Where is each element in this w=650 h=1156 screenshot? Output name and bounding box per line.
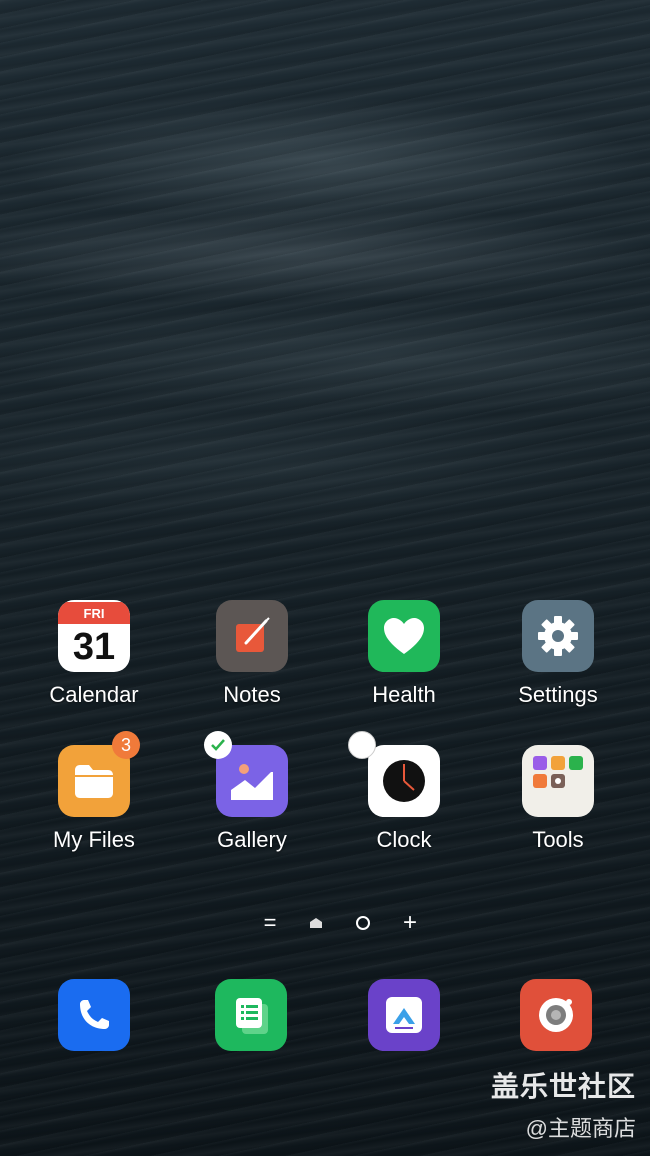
app-label: Notes <box>223 682 281 707</box>
app-label: Gallery <box>217 827 287 852</box>
calendar-icon: FRI 31 <box>58 600 130 672</box>
page-dot-icon[interactable] <box>353 910 373 936</box>
gallery-icon <box>204 731 288 817</box>
app-tools[interactable]: Tools <box>488 745 628 853</box>
notes-icon <box>216 600 288 672</box>
camera-icon[interactable] <box>520 979 592 1051</box>
heart-icon <box>368 600 440 672</box>
app-calendar[interactable]: FRI 31 Calendar <box>24 600 164 708</box>
app-row-1: FRI 31 Calendar Notes Health Settings <box>0 600 650 745</box>
menu-indicator[interactable]: = <box>260 910 280 936</box>
app-label: My Files <box>53 827 135 852</box>
messages-icon[interactable] <box>215 979 287 1051</box>
notification-badge: 3 <box>112 731 140 759</box>
check-icon <box>204 731 232 759</box>
page-indicator: = + <box>0 909 650 936</box>
app-my-files[interactable]: 3 My Files <box>24 731 164 853</box>
home-page-icon[interactable] <box>306 910 326 936</box>
selection-circle-icon <box>348 731 376 759</box>
app-grid: FRI 31 Calendar Notes Health Settings 3 … <box>0 600 650 890</box>
calendar-day: FRI <box>58 602 130 624</box>
dock <box>0 979 650 1051</box>
folder-grid-icon <box>522 745 594 817</box>
phone-icon[interactable] <box>58 979 130 1051</box>
add-page-button[interactable]: + <box>399 909 421 936</box>
watermark-subtitle: @主题商店 <box>525 1116 636 1141</box>
app-gallery[interactable]: Gallery <box>182 731 322 853</box>
app-store-icon[interactable] <box>368 979 440 1051</box>
watermark-title: 盖乐世社区 <box>490 1071 636 1102</box>
app-label: Clock <box>376 827 432 852</box>
app-label: Settings <box>518 682 598 707</box>
app-label: Health <box>372 682 436 707</box>
gear-icon <box>522 600 594 672</box>
app-notes[interactable]: Notes <box>182 600 322 708</box>
clock-icon <box>348 731 440 817</box>
folder-icon: 3 <box>58 731 140 817</box>
app-row-2: 3 My Files Gallery Clock Tools <box>0 731 650 890</box>
app-settings[interactable]: Settings <box>488 600 628 708</box>
app-clock[interactable]: Clock <box>334 731 474 853</box>
watermark: 盖乐世社区 @主题商店 <box>491 1065 636 1143</box>
calendar-date: 31 <box>72 626 116 668</box>
app-label: Tools <box>532 827 584 852</box>
app-health[interactable]: Health <box>334 600 474 708</box>
app-label: Calendar <box>49 682 139 707</box>
